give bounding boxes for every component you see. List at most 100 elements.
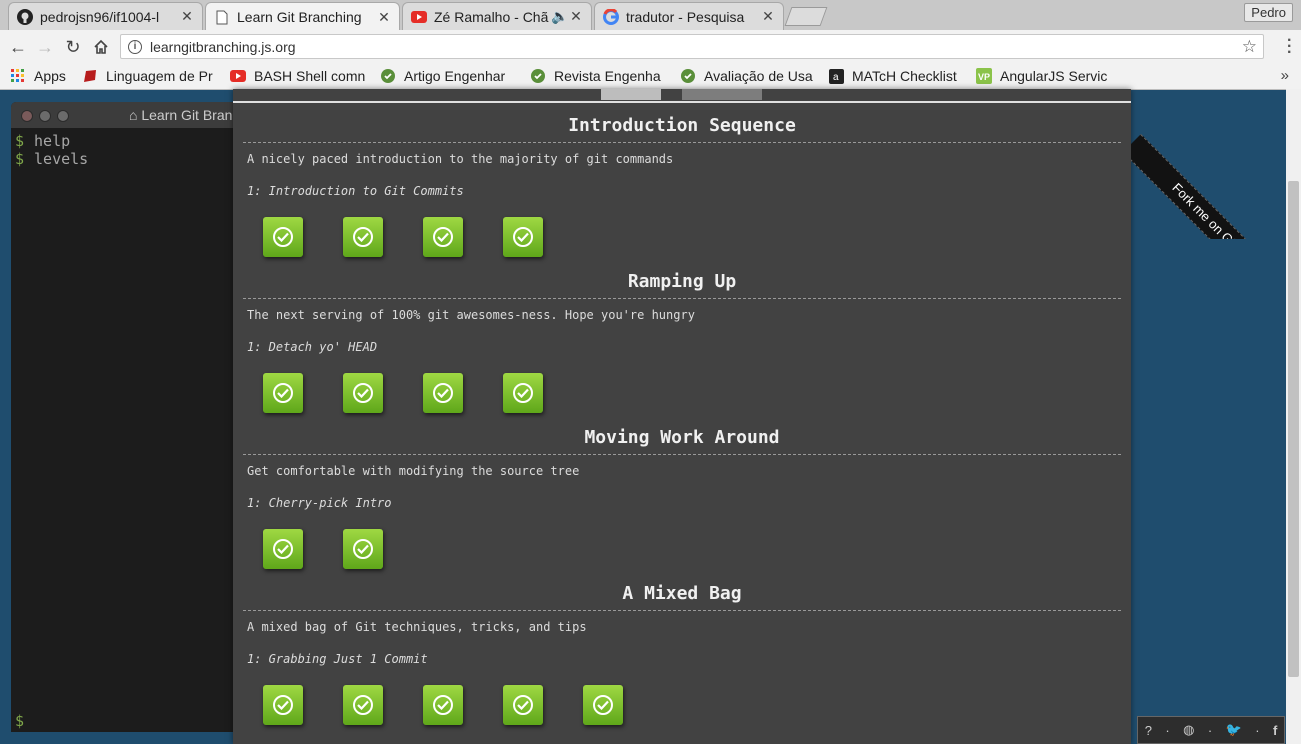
forward-icon[interactable]: → — [35, 37, 55, 57]
page-icon — [214, 9, 230, 25]
section-mixed-bag: A Mixed Bag A mixed bag of Git technique… — [243, 582, 1121, 725]
home-icon: ⌂ — [129, 107, 138, 123]
level-complete-button[interactable] — [583, 685, 623, 725]
bookmark-label: MATcH Checklist — [852, 68, 957, 84]
level-complete-button[interactable] — [503, 685, 543, 725]
level-complete-button[interactable] — [343, 217, 383, 257]
section-description: A mixed bag of Git techniques, tricks, a… — [247, 620, 587, 634]
tab-github[interactable]: pedrojsn96/if1004-l ✕ — [8, 2, 203, 30]
page-scrollbar[interactable] — [1286, 89, 1301, 744]
section-introduction: Introduction Sequence A nicely paced int… — [243, 114, 1121, 257]
checkmark-icon — [353, 227, 373, 247]
level-complete-button[interactable] — [423, 217, 463, 257]
bookmark-label: BASH Shell comn — [254, 68, 366, 84]
youtube-icon — [230, 68, 246, 84]
more-bookmarks-icon[interactable]: » — [1281, 67, 1289, 84]
separator-dot: · — [1255, 722, 1260, 738]
help-icon[interactable]: ? — [1145, 723, 1152, 738]
url-text: learngitbranching.js.org — [150, 38, 296, 55]
checkmark-icon — [353, 539, 373, 559]
level-complete-button[interactable] — [343, 685, 383, 725]
level-complete-button[interactable] — [423, 685, 463, 725]
info-icon[interactable]: i — [128, 39, 142, 54]
apps-grid-icon — [10, 68, 26, 84]
checkmark-icon — [353, 383, 373, 403]
section-title: A Mixed Bag — [243, 582, 1121, 611]
level-complete-button[interactable] — [263, 373, 303, 413]
level-complete-button[interactable] — [263, 685, 303, 725]
level-complete-button[interactable] — [343, 529, 383, 569]
close-icon[interactable]: ✕ — [377, 9, 391, 26]
browser-toolbar: ← → ↻ i learngitbranching.js.org ☆ · · · — [0, 30, 1301, 63]
bookmark-angularjs[interactable]: VP AngularJS Servic — [976, 68, 1116, 84]
twitter-icon[interactable]: 🐦 — [1226, 722, 1242, 738]
dialog-tabs — [233, 89, 1131, 103]
bookmark-match[interactable]: a MATcH Checklist — [828, 68, 966, 84]
tab-main[interactable] — [601, 89, 661, 100]
checkmark-icon — [273, 695, 293, 715]
close-icon[interactable]: ✕ — [569, 8, 583, 25]
level-complete-button[interactable] — [263, 217, 303, 257]
tab-youtube[interactable]: Zé Ramalho - Chã 🔈 ✕ — [402, 2, 592, 30]
svg-text:VP: VP — [978, 72, 990, 82]
checkmark-icon — [273, 539, 293, 559]
bookmark-label: Apps — [34, 68, 66, 84]
section-moving-work: Moving Work Around Get comfortable with … — [243, 426, 1121, 569]
menu-icon[interactable]: · · · — [1287, 33, 1292, 61]
close-icon[interactable]: ✕ — [761, 8, 775, 25]
bookmark-artigo[interactable]: Artigo Engenhar — [380, 68, 520, 84]
checkmark-icon — [273, 227, 293, 247]
terminal-input-prompt[interactable]: $ — [15, 712, 24, 730]
profile-button[interactable]: Pedro — [1244, 3, 1293, 22]
prompt: $ — [15, 132, 25, 150]
back-icon[interactable]: ← — [8, 37, 28, 57]
level-complete-button[interactable] — [503, 217, 543, 257]
reload-icon[interactable]: ↻ — [63, 37, 83, 57]
bookmark-bash[interactable]: BASH Shell comn — [230, 68, 370, 84]
browser-tab-bar: pedrojsn96/if1004-l ✕ Learn Git Branchin… — [0, 0, 1301, 31]
new-tab-button[interactable] — [784, 7, 828, 26]
terminal-command: $ levels — [11, 150, 251, 168]
github-icon — [17, 8, 33, 25]
tab-label: tradutor - Pesquisa — [626, 8, 745, 25]
globe-icon[interactable]: ◍ — [1183, 722, 1194, 738]
home-icon[interactable] — [91, 37, 111, 57]
fork-me-ribbon[interactable]: Fork me on GitHub — [1131, 134, 1286, 239]
recycle-icon — [680, 68, 696, 84]
section-ramping-up: Ramping Up The next serving of 100% git … — [243, 270, 1121, 413]
section-description: The next serving of 100% git awesomes-ne… — [247, 308, 695, 322]
tab-learn-git[interactable]: Learn Git Branching ✕ — [205, 2, 400, 31]
bookmark-label: Linguagem de Pr — [106, 68, 213, 84]
command-text: help — [34, 132, 71, 150]
address-bar[interactable]: i learngitbranching.js.org ☆ — [120, 34, 1264, 59]
terminal-title: ⌂ Learn Git Bran — [129, 107, 232, 123]
section-title: Moving Work Around — [243, 426, 1121, 455]
selected-level: 1: Grabbing Just 1 Commit — [247, 652, 428, 666]
minimize-window-button[interactable] — [39, 110, 51, 122]
level-complete-button[interactable] — [503, 373, 543, 413]
close-icon[interactable]: ✕ — [180, 8, 194, 25]
bookmark-linguagem[interactable]: Linguagem de Pr — [82, 68, 220, 84]
close-window-button[interactable] — [21, 110, 33, 122]
selected-level: 1: Detach yo' HEAD — [247, 340, 378, 354]
maximize-window-button[interactable] — [57, 110, 69, 122]
vp-icon: VP — [976, 68, 992, 84]
checkmark-icon — [513, 695, 533, 715]
tab-google[interactable]: tradutor - Pesquisa ✕ — [594, 2, 784, 30]
level-complete-button[interactable] — [423, 373, 463, 413]
google-icon — [603, 8, 619, 25]
bookmark-apps[interactable]: Apps — [10, 68, 72, 84]
checkmark-icon — [433, 695, 453, 715]
level-complete-button[interactable] — [263, 529, 303, 569]
bookmark-label: AngularJS Servic — [1000, 68, 1108, 84]
bookmark-avaliacao[interactable]: Avaliação de Usa — [680, 68, 818, 84]
bookmark-revista[interactable]: Revista Engenha — [530, 68, 670, 84]
scrollbar-thumb[interactable] — [1288, 181, 1299, 677]
tab-remote[interactable] — [682, 89, 762, 100]
terminal-titlebar: ⌂ Learn Git Bran — [11, 102, 251, 128]
level-complete-button[interactable] — [343, 373, 383, 413]
bookmark-star-icon[interactable]: ☆ — [1242, 37, 1257, 57]
youtube-icon — [411, 9, 427, 25]
tab-label: pedrojsn96/if1004-l — [40, 8, 160, 25]
facebook-icon[interactable]: f — [1273, 723, 1277, 738]
